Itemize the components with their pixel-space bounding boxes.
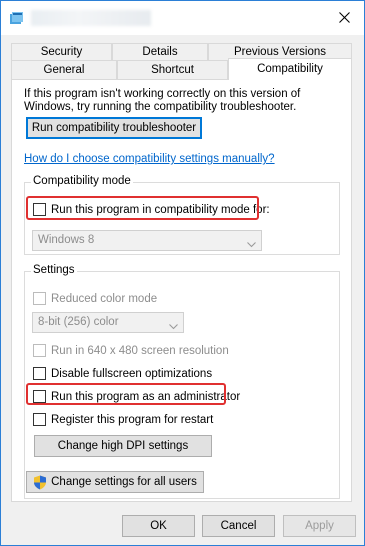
cancel-button[interactable]: Cancel [202,515,275,537]
tab-compatibility[interactable]: Compatibility [228,58,352,80]
manual-settings-link[interactable]: How do I choose compatibility settings m… [24,153,275,165]
fullscreen-label: Disable fullscreen optimizations [51,367,213,380]
ok-button[interactable]: OK [122,515,195,537]
color-mode-select: 8-bit (256) color [32,312,184,333]
resolution-checkbox [33,344,46,357]
title-redacted [31,10,151,26]
fullscreen-row[interactable]: Disable fullscreen optimizations [33,367,212,380]
reduced-color-row: Reduced color mode [33,292,157,305]
tab-security[interactable]: Security [11,43,112,60]
close-button[interactable] [324,1,364,33]
compat-mode-highlight [26,196,259,220]
resolution-label: Run in 640 x 480 screen resolution [51,344,229,357]
title-bar [1,1,364,35]
restart-row[interactable]: Register this program for restart [33,413,213,426]
app-icon [10,11,24,25]
reduced-color-label: Reduced color mode [51,292,158,305]
tab-details[interactable]: Details [112,43,208,60]
chevron-down-icon [247,236,256,255]
reduced-color-checkbox [33,292,46,305]
change-dpi-button[interactable]: Change high DPI settings [34,435,212,457]
tab-shortcut[interactable]: Shortcut [117,60,228,79]
settings-label: Settings [31,264,77,276]
windows-version-value: Windows 8 [38,234,95,246]
admin-highlight [26,383,226,405]
restart-checkbox[interactable] [33,413,46,426]
properties-window: Security Details Previous Versions Gener… [0,0,365,546]
fullscreen-checkbox[interactable] [33,367,46,380]
compatibility-panel: If this program isn't working correctly … [11,79,352,502]
intro-text: If this program isn't working correctly … [24,88,301,113]
apply-button[interactable]: Apply [283,515,356,537]
windows-version-select[interactable]: Windows 8 [32,230,262,251]
run-troubleshooter-button[interactable]: Run compatibility troubleshooter [26,117,202,139]
resolution-row: Run in 640 x 480 screen resolution [33,344,229,357]
chevron-down-icon [169,318,178,337]
close-icon [338,11,350,23]
compatibility-mode-label: Compatibility mode [31,175,133,187]
tab-general[interactable]: General [11,60,117,79]
change-all-users-button[interactable]: Change settings for all users [26,471,204,493]
dialog-content: Security Details Previous Versions Gener… [1,35,364,545]
change-all-users-label: Change settings for all users [51,476,197,488]
restart-label: Register this program for restart [51,413,214,426]
shield-icon [33,475,47,490]
color-mode-value: 8-bit (256) color [38,316,119,328]
